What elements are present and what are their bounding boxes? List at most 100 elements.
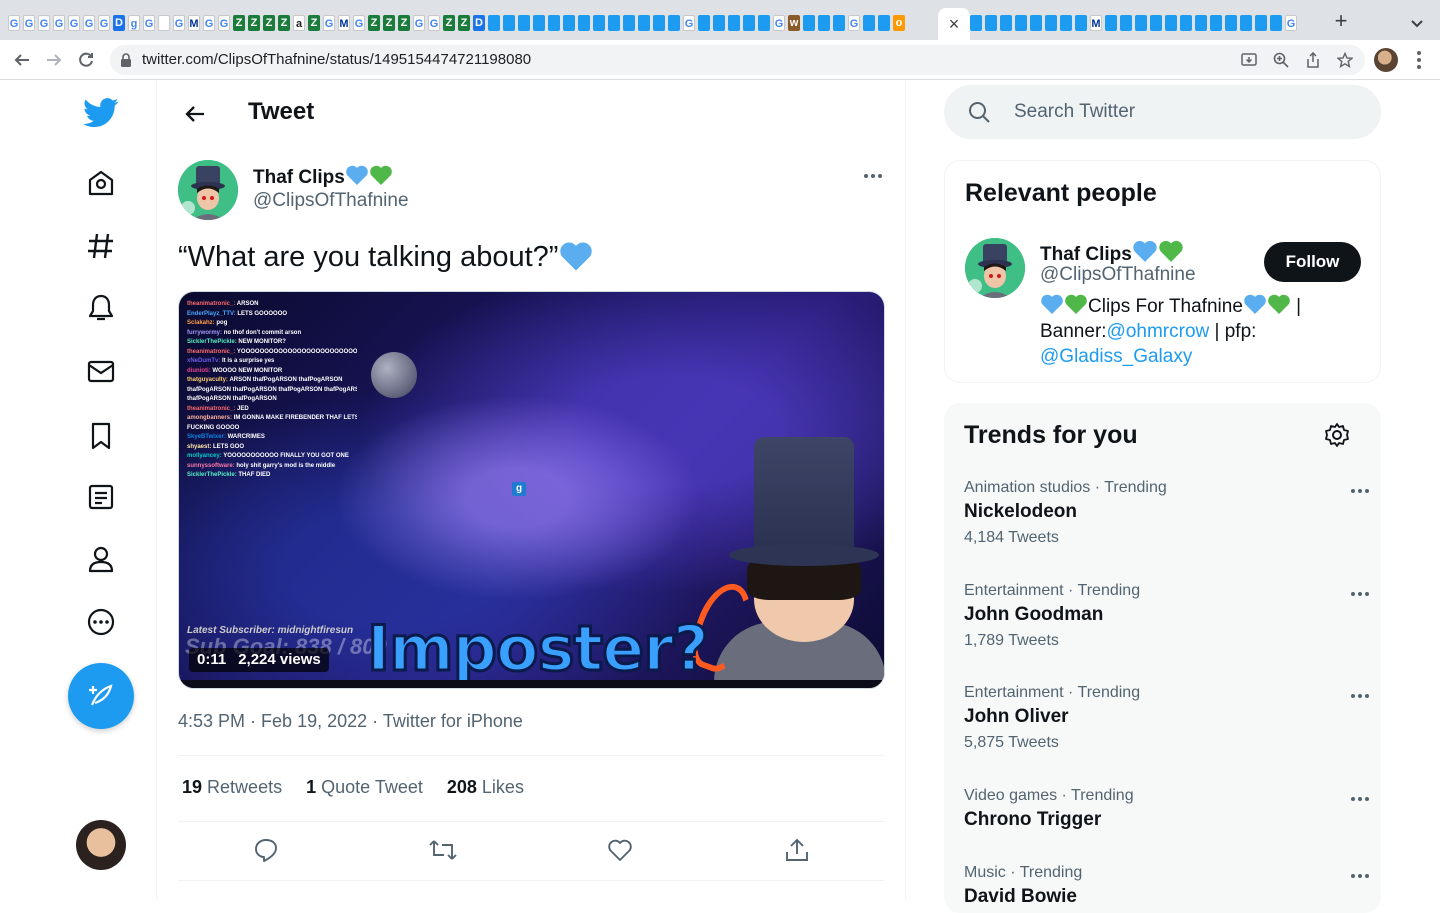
tab-favicon[interactable]: [833, 15, 845, 31]
tab-favicon[interactable]: G: [848, 15, 860, 31]
tab-favicon[interactable]: [1060, 15, 1072, 31]
browser-menu-icon[interactable]: [1409, 50, 1429, 70]
tab-favicon[interactable]: [1015, 15, 1027, 31]
trend-more-icon[interactable]: [1346, 789, 1374, 809]
tab-favicon[interactable]: [728, 15, 740, 31]
address-bar[interactable]: twitter.com/ClipsOfThafnine/status/14951…: [110, 45, 1365, 75]
tab-favicon[interactable]: [1255, 15, 1267, 31]
tab-favicon[interactable]: M: [338, 15, 350, 31]
trend-item[interactable]: Music · Trending David Bowie: [964, 864, 1374, 908]
trend-more-icon[interactable]: [1346, 686, 1374, 706]
tab-favicon[interactable]: Z: [398, 15, 410, 31]
tab-favicon[interactable]: G: [683, 15, 695, 31]
tab-favicon[interactable]: [698, 15, 710, 31]
tweet-more-icon[interactable]: [857, 166, 889, 186]
bio-banner-link[interactable]: @ohmrcrow: [1107, 321, 1210, 342]
likes-stat[interactable]: 208 Likes: [447, 777, 524, 798]
trend-item[interactable]: Animation studios · Trending Nickelodeon…: [964, 479, 1374, 547]
active-tab[interactable]: ×: [938, 8, 970, 40]
tab-favicon[interactable]: [713, 15, 725, 31]
trend-item[interactable]: Entertainment · Trending John Oliver 5,8…: [964, 684, 1374, 752]
retweets-stat[interactable]: 19 Retweets: [182, 777, 282, 798]
back-arrow-icon[interactable]: [10, 48, 34, 72]
tab-favicon[interactable]: [818, 15, 830, 31]
share-icon[interactable]: [1303, 50, 1323, 70]
quotes-stat[interactable]: 1 Quote Tweet: [306, 777, 423, 798]
forward-arrow-icon[interactable]: [42, 48, 66, 72]
twitter-logo-icon[interactable]: [76, 88, 126, 138]
tab-favicon[interactable]: [503, 15, 515, 31]
follow-button[interactable]: Follow: [1264, 242, 1361, 282]
tab-favicon[interactable]: M: [188, 15, 200, 31]
search-input[interactable]: [1014, 85, 1364, 139]
tab-favicon[interactable]: G: [83, 15, 95, 31]
tab-favicon[interactable]: [608, 15, 620, 31]
bookmarks-icon[interactable]: [76, 411, 126, 461]
tab-favicon[interactable]: M: [1090, 15, 1102, 31]
author-avatar[interactable]: [178, 160, 238, 220]
tab-favicon[interactable]: [1180, 15, 1192, 31]
tab-favicon[interactable]: [593, 15, 605, 31]
search-box[interactable]: [944, 85, 1381, 139]
tab-favicon[interactable]: D: [473, 15, 485, 31]
tab-favicon[interactable]: [1150, 15, 1162, 31]
trend-item[interactable]: Entertainment · Trending John Goodman 1,…: [964, 582, 1374, 650]
tab-favicon[interactable]: Z: [458, 15, 470, 31]
tab-favicon[interactable]: G: [23, 15, 35, 31]
tab-favicon[interactable]: [668, 15, 680, 31]
tab-favicon[interactable]: [563, 15, 575, 31]
trend-more-icon[interactable]: [1346, 584, 1374, 604]
tab-favicon[interactable]: [1075, 15, 1087, 31]
account-avatar[interactable]: [76, 820, 126, 870]
trend-more-icon[interactable]: [1346, 481, 1374, 501]
reload-icon[interactable]: [74, 48, 98, 72]
zoom-icon[interactable]: [1271, 50, 1291, 70]
tab-favicon[interactable]: [623, 15, 635, 31]
tab-favicon[interactable]: a: [293, 15, 305, 31]
tab-favicon[interactable]: Z: [368, 15, 380, 31]
share-upload-icon[interactable]: [782, 835, 812, 865]
compose-tweet-button[interactable]: [68, 663, 134, 729]
relevant-person-handle[interactable]: @ClipsOfThafnine: [1040, 264, 1196, 286]
messages-envelope-icon[interactable]: [76, 346, 126, 396]
tab-favicon[interactable]: [1165, 15, 1177, 31]
tab-favicon[interactable]: [653, 15, 665, 31]
tab-favicon[interactable]: [863, 15, 875, 31]
tab-favicon[interactable]: [1225, 15, 1237, 31]
tab-favicon[interactable]: Z: [278, 15, 290, 31]
explore-hashtag-icon[interactable]: [76, 221, 126, 271]
settings-gear-icon[interactable]: [1324, 422, 1350, 448]
tab-favicon[interactable]: [158, 15, 170, 31]
lists-icon[interactable]: [76, 472, 126, 522]
author-handle[interactable]: @ClipsOfThafnine: [253, 190, 409, 212]
tab-favicon[interactable]: [1045, 15, 1057, 31]
tab-favicon[interactable]: Z: [263, 15, 275, 31]
tab-favicon[interactable]: [743, 15, 755, 31]
reply-icon[interactable]: [251, 835, 281, 865]
home-icon[interactable]: [76, 158, 126, 208]
install-app-icon[interactable]: [1239, 50, 1259, 70]
tab-favicon[interactable]: [1030, 15, 1042, 31]
tab-favicon[interactable]: [1240, 15, 1252, 31]
bookmark-star-icon[interactable]: [1335, 50, 1355, 70]
relevant-person-avatar[interactable]: [965, 238, 1025, 298]
tab-close-icon[interactable]: ×: [949, 14, 960, 35]
tweet-date[interactable]: Feb 19, 2022: [261, 711, 367, 731]
tab-favicon[interactable]: G: [173, 15, 185, 31]
trend-item[interactable]: Video games · Trending Chrono Trigger: [964, 787, 1374, 831]
tab-favicon[interactable]: [758, 15, 770, 31]
tab-favicon[interactable]: o: [893, 15, 905, 31]
tab-favicon[interactable]: G: [203, 15, 215, 31]
profile-person-icon[interactable]: [76, 534, 126, 584]
tab-favicon[interactable]: G: [98, 15, 110, 31]
tab-favicon[interactable]: [548, 15, 560, 31]
tweet-video[interactable]: theanimatronic_: ARSON EnderPlayz_TTV: LE…: [178, 291, 885, 689]
tweet-time[interactable]: 4:53 PM: [178, 711, 245, 731]
tab-favicon[interactable]: [1135, 15, 1147, 31]
back-arrow-icon[interactable]: [177, 96, 213, 132]
bio-pfp-link[interactable]: @Gladiss_Galaxy: [1040, 346, 1192, 367]
tab-search-chevron-icon[interactable]: [1406, 12, 1428, 34]
tab-favicon[interactable]: Z: [308, 15, 320, 31]
more-options-circle-icon[interactable]: [76, 597, 126, 647]
tab-favicon[interactable]: [1195, 15, 1207, 31]
